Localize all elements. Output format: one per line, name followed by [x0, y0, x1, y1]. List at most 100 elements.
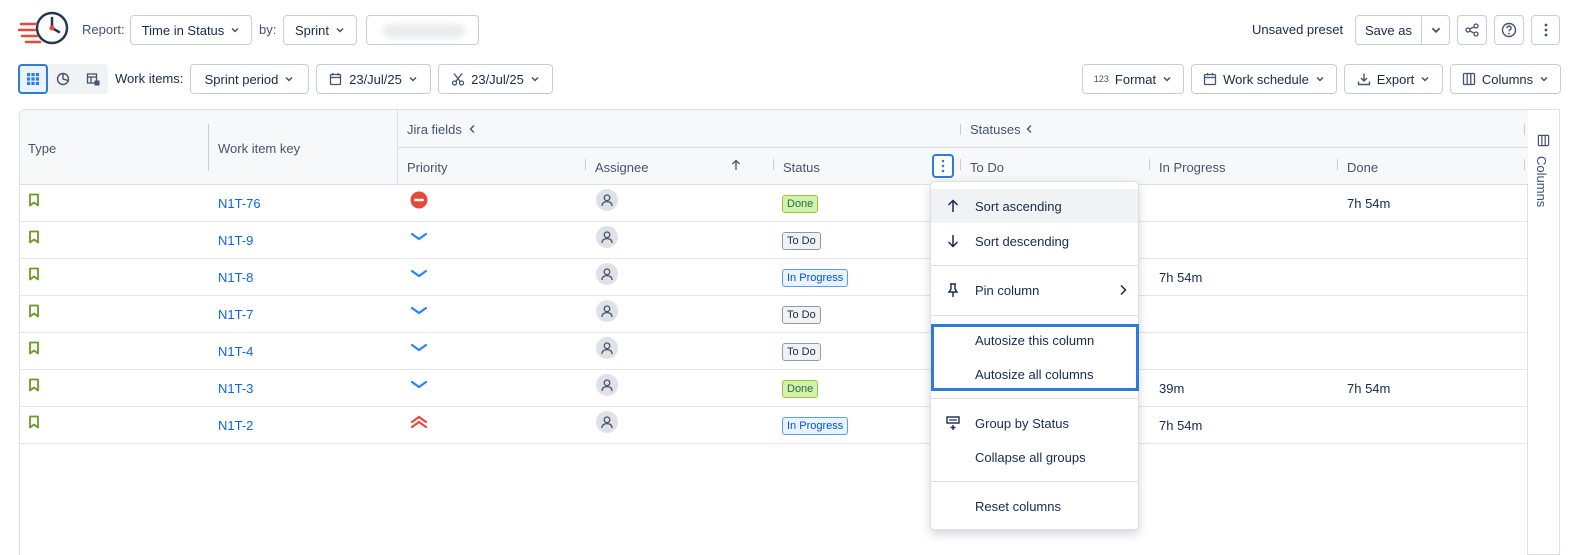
assignee-cell[interactable]: [596, 329, 618, 366]
story-icon: [29, 378, 39, 391]
assignee-cell[interactable]: [596, 403, 618, 440]
more-vertical-icon: [1544, 23, 1547, 37]
chevron-down-icon: [231, 27, 239, 33]
group-header-statuses[interactable]: Statuses: [970, 122, 1021, 137]
assignee-cell[interactable]: [596, 292, 618, 329]
status-cell: To Do: [782, 296, 821, 333]
by-select[interactable]: Sprint: [283, 15, 357, 45]
report-label: Report:: [82, 22, 125, 37]
export-button[interactable]: Export: [1344, 64, 1443, 94]
table-row[interactable]: N1T-8 In Progress 7h 54m: [20, 259, 1528, 296]
header-priority[interactable]: Priority: [407, 160, 447, 175]
pin-icon: [947, 283, 959, 297]
save-options-button[interactable]: [1421, 15, 1450, 45]
calendar-view-button[interactable]: [78, 64, 108, 94]
work-item-key-link[interactable]: N1T-8: [218, 259, 253, 296]
menu-group-by-status[interactable]: Group by Status: [931, 406, 1138, 440]
group-header-jira-fields[interactable]: Jira fields: [407, 122, 462, 137]
share-button[interactable]: [1457, 15, 1487, 45]
sort-ascending-arrow-icon[interactable]: [731, 159, 741, 171]
assignee-cell[interactable]: [596, 218, 618, 255]
format-button[interactable]: 123 Format: [1082, 64, 1184, 94]
help-button[interactable]: [1494, 15, 1524, 45]
header-divider[interactable]: [960, 159, 961, 170]
header-to-do[interactable]: To Do: [970, 160, 1004, 175]
type-cell: [28, 255, 40, 292]
menu-autosize-this-column[interactable]: Autosize this column: [931, 323, 1138, 357]
in-progress-time: 39m: [1159, 381, 1185, 396]
work-item-key-link[interactable]: N1T-7: [218, 296, 253, 333]
more-options-button[interactable]: [1531, 15, 1560, 45]
columns-button[interactable]: Columns: [1450, 64, 1561, 94]
header-divider[interactable]: [773, 159, 774, 170]
report-select[interactable]: Time in Status: [130, 15, 252, 45]
column-menu-button[interactable]: [932, 154, 954, 178]
story-icon: [29, 341, 39, 354]
columns-side-label: Columns: [1534, 156, 1549, 208]
work-item-key-link[interactable]: N1T-2: [218, 407, 253, 444]
priority-cell: [410, 255, 428, 292]
start-date-select[interactable]: 23/Jul/25: [316, 64, 431, 94]
calendar-grid-icon: [86, 73, 100, 86]
preset-status: Unsaved preset: [1252, 22, 1344, 37]
table-row[interactable]: N1T-3 Done 39m 7h 54m: [20, 370, 1528, 407]
work-item-key-link[interactable]: N1T-4: [218, 333, 253, 370]
columns-label: Columns: [1481, 71, 1534, 87]
status-cell: In Progress: [782, 407, 849, 444]
columns-icon: [1537, 134, 1550, 147]
header-in-progress[interactable]: In Progress: [1159, 160, 1225, 175]
chevron-down-icon: [409, 76, 417, 82]
collapse-chevron-left-icon[interactable]: [1025, 124, 1033, 134]
chevron-right-icon: [1120, 284, 1127, 296]
header-divider[interactable]: [208, 124, 209, 171]
menu-sort-descending[interactable]: Sort descending: [931, 224, 1138, 258]
assignee-cell[interactable]: [596, 181, 618, 218]
table-row[interactable]: N1T-76 Done 7h 54m: [20, 185, 1528, 222]
header-status[interactable]: Status: [783, 160, 820, 175]
format-label: Format: [1114, 71, 1157, 87]
menu-label: Autosize all columns: [975, 366, 1094, 382]
table-row[interactable]: N1T-4 To Do: [20, 333, 1528, 370]
table-row[interactable]: N1T-7 To Do: [20, 296, 1528, 333]
menu-sort-ascending[interactable]: Sort ascending: [931, 189, 1138, 223]
priority-cell: [410, 292, 428, 329]
columns-side-panel[interactable]: Columns: [1528, 109, 1560, 555]
story-icon: [29, 230, 39, 243]
story-icon: [29, 415, 39, 428]
number-format-icon: 123: [1093, 74, 1109, 84]
header-divider[interactable]: [585, 159, 586, 170]
assignee-cell[interactable]: [596, 366, 618, 403]
header-divider[interactable]: [1337, 159, 1338, 170]
done-time: 7h 54m: [1347, 381, 1391, 396]
header-assignee[interactable]: Assignee: [595, 160, 648, 175]
table-row[interactable]: N1T-2 In Progress 7h 54m: [20, 407, 1528, 444]
status-badge: Done: [782, 379, 819, 398]
menu-collapse-all-groups[interactable]: Collapse all groups: [931, 440, 1138, 474]
priority-highest-icon: [410, 191, 428, 208]
work-item-key-link[interactable]: N1T-76: [218, 185, 261, 222]
chart-view-button[interactable]: [48, 64, 78, 94]
header-work-item-key[interactable]: Work item key: [218, 141, 300, 156]
work-item-key-link[interactable]: N1T-3: [218, 370, 253, 407]
help-icon: [1501, 22, 1517, 38]
collapse-chevron-left-icon[interactable]: [468, 124, 476, 134]
end-date-select[interactable]: 23/Jul/25: [438, 64, 553, 94]
menu-label: Reset columns: [975, 498, 1061, 514]
grid-view-button[interactable]: [18, 64, 48, 94]
menu-reset-columns[interactable]: Reset columns: [931, 489, 1138, 523]
header-divider[interactable]: [1149, 159, 1150, 170]
work-schedule-button[interactable]: Work schedule: [1191, 64, 1337, 94]
save-as-button[interactable]: Save as: [1355, 15, 1422, 45]
table-row[interactable]: N1T-9 To Do: [20, 222, 1528, 259]
sprint-select-redacted[interactable]: [366, 15, 479, 45]
assignee-cell[interactable]: [596, 255, 618, 292]
header-divider[interactable]: [1524, 159, 1525, 170]
header-type[interactable]: Type: [28, 141, 56, 156]
menu-autosize-all-columns[interactable]: Autosize all columns: [931, 357, 1138, 391]
period-select[interactable]: Sprint period: [190, 64, 309, 94]
header-done[interactable]: Done: [1347, 160, 1378, 175]
end-date-value: 23/Jul/25: [471, 71, 524, 87]
work-item-key-link[interactable]: N1T-9: [218, 222, 253, 259]
menu-pin-column[interactable]: Pin column: [931, 273, 1138, 307]
type-cell: [28, 181, 40, 218]
